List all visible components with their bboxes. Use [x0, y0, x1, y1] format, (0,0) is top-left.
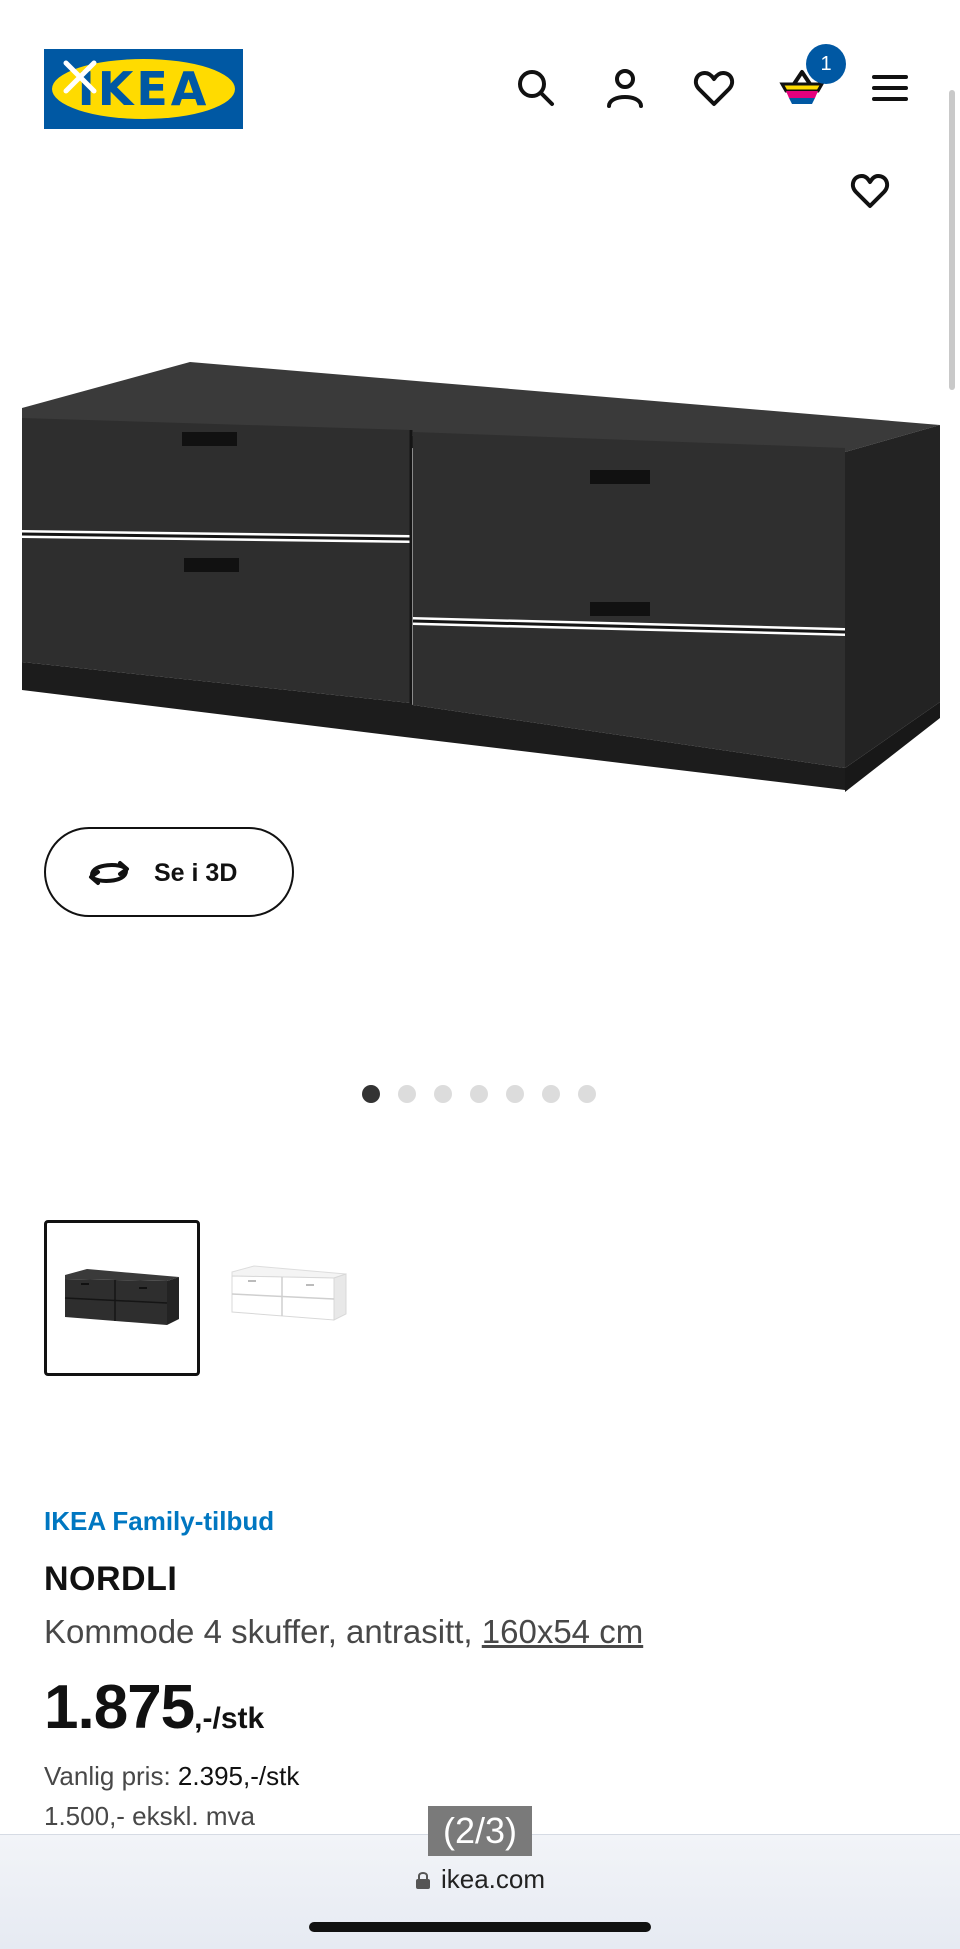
carousel-dot[interactable]	[398, 1085, 416, 1103]
regular-price-value: 2.395,-/stk	[177, 1761, 300, 1791]
ikea-family-offer-tag: IKEA Family-tilbud	[44, 1506, 275, 1536]
product-image[interactable]	[0, 340, 960, 810]
product-price: 1.875,-/stk	[44, 1672, 264, 1744]
dresser-illustration	[21, 362, 940, 792]
cart-count-badge: 1	[806, 44, 846, 84]
carousel-dot[interactable]	[542, 1085, 560, 1103]
add-to-favourites-icon[interactable]	[846, 168, 894, 212]
rotate-3d-icon	[89, 861, 129, 885]
home-indicator[interactable]	[309, 1922, 651, 1932]
regular-price: Vanlig pris: 2.395,-/stk	[44, 1760, 299, 1792]
carousel-dot[interactable]	[578, 1085, 596, 1103]
menu-icon[interactable]	[866, 64, 914, 112]
price-amount: 1.875	[44, 1673, 195, 1742]
carousel-dot[interactable]	[362, 1085, 380, 1103]
regular-price-label: Vanlig pris:	[44, 1761, 178, 1791]
thumbnail-anthracite[interactable]	[44, 1220, 200, 1376]
close-icon[interactable]	[60, 57, 100, 97]
heart-icon[interactable]	[690, 64, 738, 112]
address-url[interactable]: ikea.com	[0, 1863, 960, 1895]
price-suffix: ,-/stk	[194, 1702, 265, 1735]
carousel-dot[interactable]	[434, 1085, 452, 1103]
carousel-dot[interactable]	[470, 1085, 488, 1103]
carousel-dot[interactable]	[506, 1085, 524, 1103]
thumbnail-white-image	[231, 1265, 347, 1321]
search-icon[interactable]	[512, 64, 560, 112]
ikea-logo[interactable]: IKEA	[44, 49, 243, 129]
product-description-text: Kommode 4 skuffer, antrasitt,	[44, 1613, 482, 1650]
product-size-link[interactable]: 160x54 cm	[482, 1613, 643, 1650]
view-in-3d-label: Se i 3D	[154, 859, 238, 887]
address-url-text: ikea.com	[440, 1864, 546, 1894]
carousel-pagination	[362, 1085, 596, 1105]
product-description: Kommode 4 skuffer, antrasitt, 160x54 cm	[44, 1611, 643, 1653]
price-excluding-vat: 1.500,- ekskl. mva	[44, 1801, 255, 1831]
view-in-3d-button[interactable]: Se i 3D	[44, 827, 294, 917]
product-name: NORDLI	[44, 1560, 178, 1598]
site-header: IKEA 1	[0, 0, 960, 170]
thumbnail-white[interactable]	[218, 1220, 374, 1376]
thumbnail-anthracite-image	[64, 1269, 179, 1325]
image-counter-overlay: (2/3)	[428, 1806, 532, 1856]
account-icon[interactable]	[601, 64, 649, 112]
lock-icon	[415, 1872, 430, 1889]
